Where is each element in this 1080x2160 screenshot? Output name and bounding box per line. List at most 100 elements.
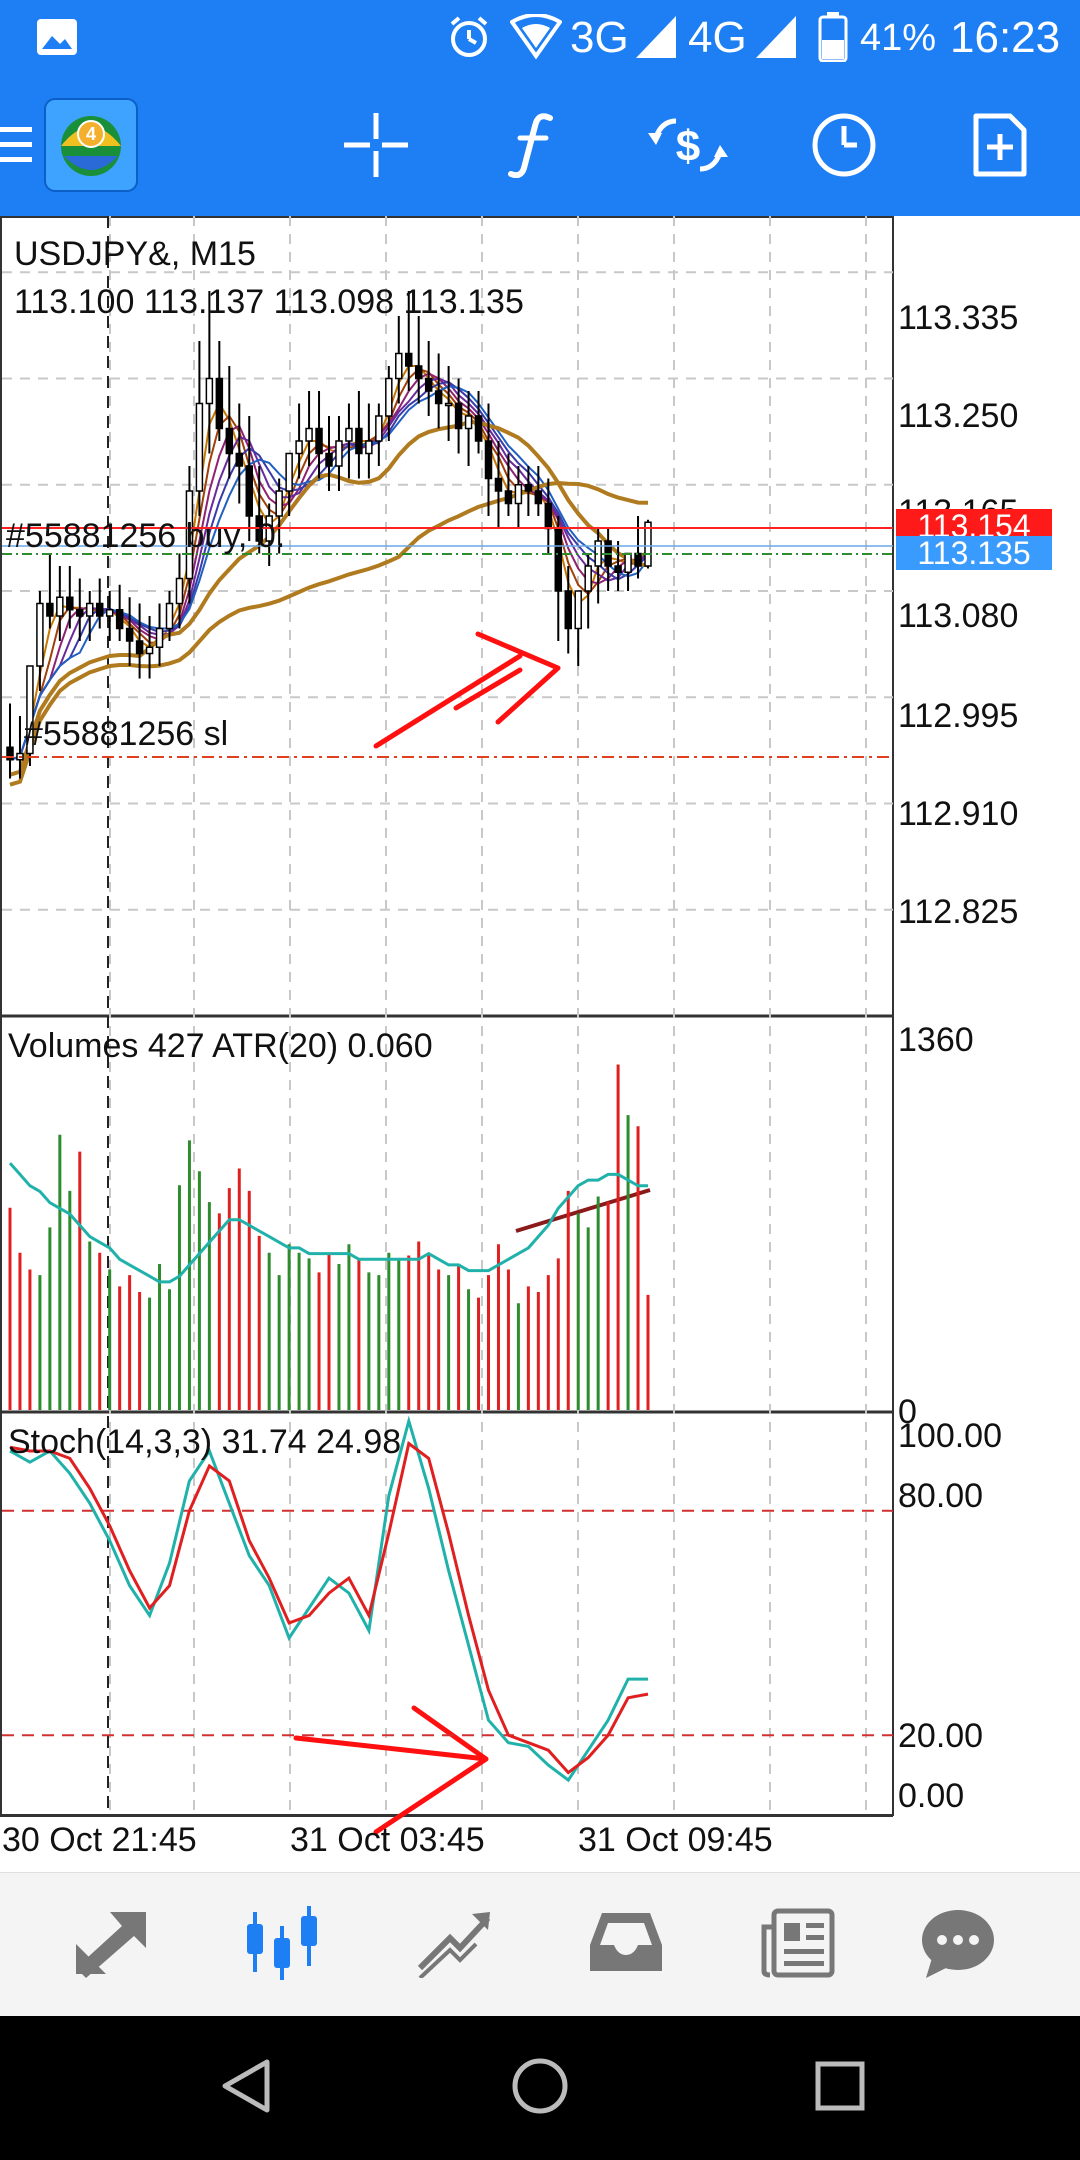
crosshair-icon xyxy=(344,112,408,182)
nav-quotes[interactable] xyxy=(30,1873,190,2017)
svg-text:4: 4 xyxy=(86,124,96,144)
candle-body xyxy=(135,640,144,655)
candle-body xyxy=(375,415,383,442)
system-nav-bar xyxy=(0,2016,1080,2160)
price-axis-label: 113.335 xyxy=(898,299,1019,337)
price-axis-label: 112.995 xyxy=(898,697,1019,735)
candle-body xyxy=(315,427,323,455)
current-price-tag: 113.135 xyxy=(896,536,1052,570)
trend-line-drawing xyxy=(515,1188,651,1233)
order-line-label: #55881256 buy, 0. xyxy=(6,517,286,555)
stoch-axis-label: 20.00 xyxy=(898,1717,984,1755)
candle-body xyxy=(514,484,523,505)
price-axis-label: 112.910 xyxy=(898,795,1019,833)
network-3g-label: 3G xyxy=(570,13,629,62)
candle-body xyxy=(454,402,463,430)
candle-body xyxy=(225,427,234,455)
candle-body xyxy=(235,452,244,467)
candle-body xyxy=(365,440,373,455)
candle-body xyxy=(46,602,54,617)
trade-button[interactable]: $ xyxy=(628,78,748,216)
candle-body xyxy=(405,352,413,367)
candle-body xyxy=(385,377,393,417)
price-axis-label: 113.080 xyxy=(898,597,1019,635)
candle-body xyxy=(305,427,313,442)
candle-body xyxy=(95,602,104,617)
messages-icon xyxy=(920,1908,996,1983)
stoch-label: Stoch(14,3,3) 31.74 24.98 xyxy=(8,1423,402,1461)
candle-body xyxy=(494,477,503,492)
news-icon xyxy=(760,1907,836,1984)
svg-text:$: $ xyxy=(676,122,700,171)
back-button[interactable] xyxy=(166,2016,326,2160)
home-button[interactable] xyxy=(460,2016,620,2160)
symbol-label: USDJPY&, M15 xyxy=(14,235,256,273)
candle-body xyxy=(36,602,44,667)
timeframe-icon xyxy=(811,112,877,183)
candle-body xyxy=(474,415,483,442)
candle-body xyxy=(395,352,403,380)
recents-icon xyxy=(815,2061,865,2116)
recents-button[interactable] xyxy=(760,2016,920,2160)
network-4g-label: 4G xyxy=(688,13,747,62)
stoch-signal-line xyxy=(9,1440,649,1775)
candle-body xyxy=(145,646,154,655)
candle-body xyxy=(245,465,253,517)
candle-body xyxy=(554,527,563,592)
candle-body xyxy=(125,627,134,642)
nav-chart[interactable] xyxy=(202,1873,362,2017)
nav-messages[interactable] xyxy=(878,1873,1038,2017)
crosshair-button[interactable] xyxy=(316,78,436,216)
candle-body xyxy=(574,590,582,630)
chart-area[interactable]: USDJPY&, M15 113.100 113.137 113.098 113… xyxy=(0,216,1080,1872)
candle-body xyxy=(444,402,453,407)
price-axis-label: 112.825 xyxy=(898,893,1019,931)
candle-body xyxy=(484,440,493,480)
history-icon xyxy=(588,1911,664,1980)
time-axis-label: 31 Oct 09:45 xyxy=(578,1821,773,1859)
candle-body xyxy=(285,452,293,492)
candle-body xyxy=(464,415,473,430)
candle-body xyxy=(624,552,632,573)
candle-body xyxy=(105,609,114,617)
nav-news[interactable] xyxy=(718,1873,878,2017)
stoploss-line-label: #55881256 sl xyxy=(24,715,229,753)
candle-body xyxy=(175,577,184,605)
wifi-icon xyxy=(509,13,563,65)
nav-history[interactable] xyxy=(546,1873,706,2017)
clock-label: 16:23 xyxy=(950,13,1061,62)
ohlc-label: 113.100 113.137 113.098 113.135 xyxy=(14,283,524,321)
candle-body xyxy=(195,402,204,492)
volume-label: Volumes 427 ATR(20) 0.060 xyxy=(8,1027,433,1065)
hand-drawn-arrow xyxy=(293,1705,489,1835)
candle-body xyxy=(335,440,343,467)
candle-body xyxy=(434,390,443,405)
candle-body xyxy=(424,377,433,392)
signal-icon-2 xyxy=(756,16,796,63)
battery-icon xyxy=(818,12,848,67)
candle-body xyxy=(544,502,553,530)
hand-drawn-arrow xyxy=(373,631,561,749)
new-order-icon xyxy=(972,112,1028,183)
stoch-axis-label: 0.00 xyxy=(898,1777,965,1815)
candle-body xyxy=(355,427,363,455)
nav-trade[interactable] xyxy=(374,1873,534,2017)
candle-body xyxy=(295,440,303,455)
alarm-icon xyxy=(446,14,492,65)
time-axis-label: 30 Oct 21:45 xyxy=(2,1821,197,1859)
menu-icon xyxy=(0,123,32,172)
home-icon xyxy=(511,2057,569,2120)
timeframe-button[interactable] xyxy=(784,78,904,216)
new-order-button[interactable] xyxy=(940,78,1060,216)
chart-icon xyxy=(243,1905,321,1985)
metatrader-logo: 4 xyxy=(44,97,138,197)
app-logo-button[interactable]: 4 xyxy=(36,78,146,216)
indicators-button[interactable] xyxy=(472,78,592,216)
gallery-icon xyxy=(36,18,78,61)
price-axis-label: 113.250 xyxy=(898,397,1019,435)
candle-body xyxy=(584,565,592,592)
candle-body xyxy=(66,596,74,611)
candle-body xyxy=(614,565,622,573)
candle-body xyxy=(345,427,353,442)
bottom-nav xyxy=(0,1872,1080,2017)
